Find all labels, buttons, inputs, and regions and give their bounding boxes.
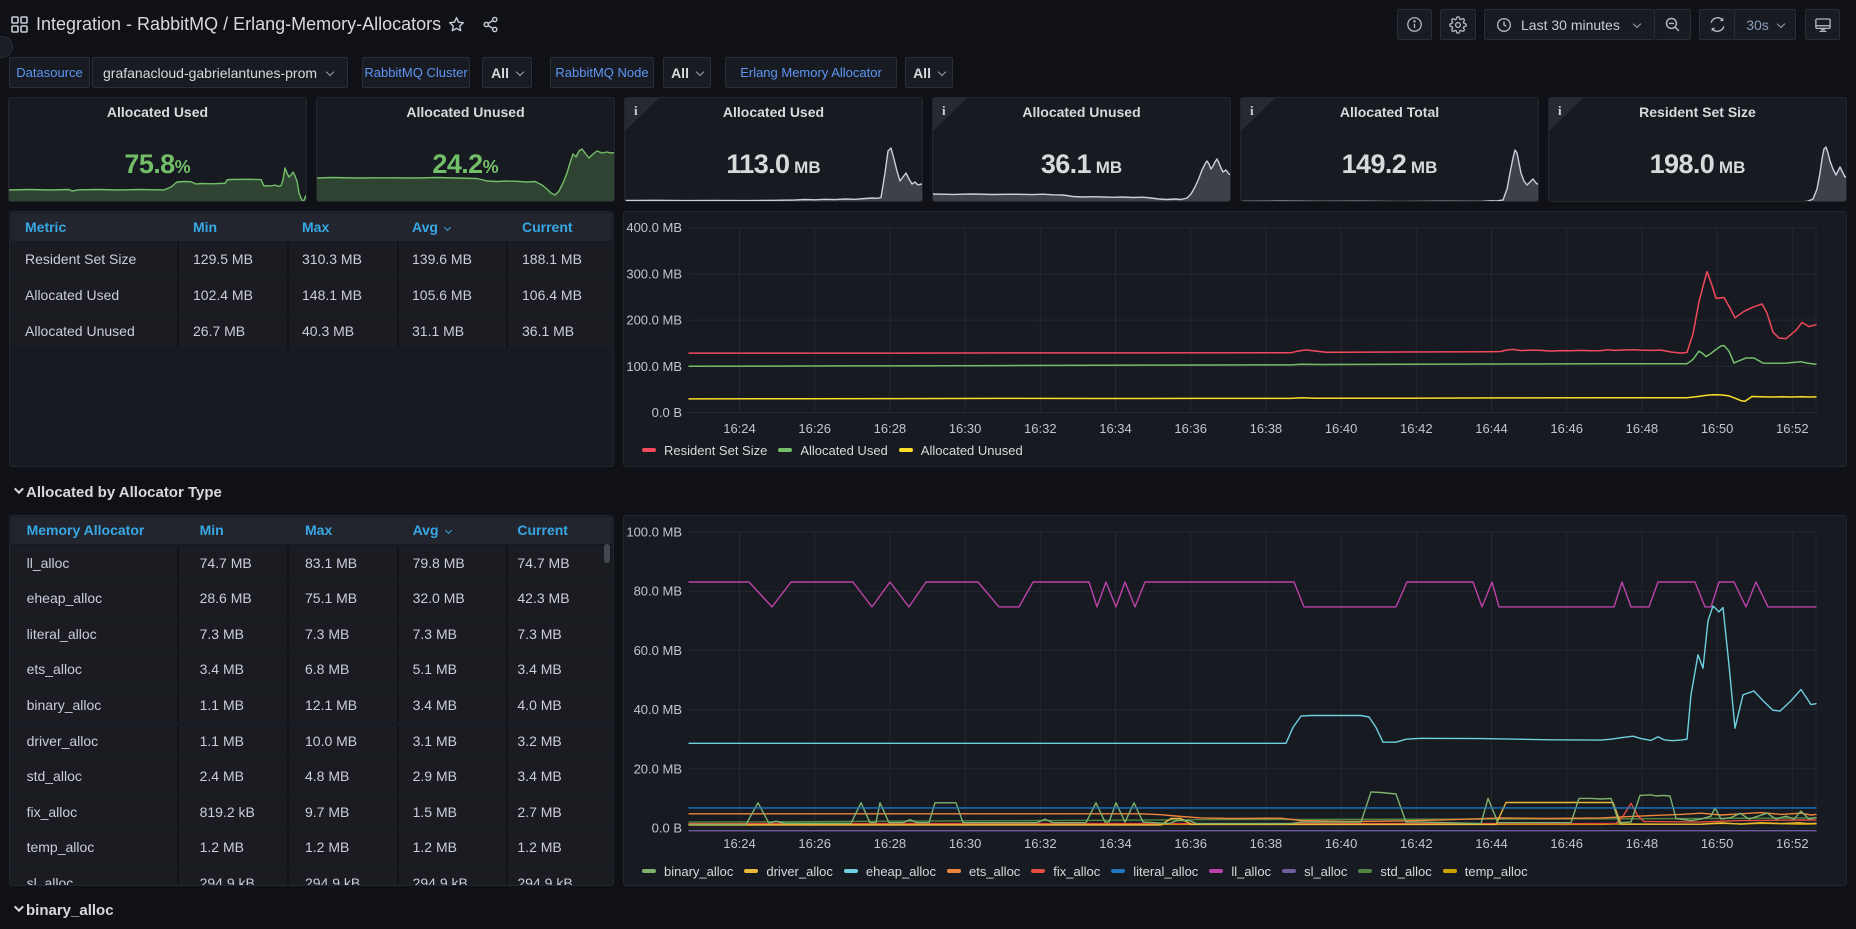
svg-text:100.0 MB: 100.0 MB — [626, 359, 682, 374]
svg-text:16:24: 16:24 — [723, 836, 756, 851]
svg-text:16:50: 16:50 — [1701, 421, 1734, 436]
svg-text:16:30: 16:30 — [949, 836, 982, 851]
svg-text:16:38: 16:38 — [1250, 421, 1283, 436]
svg-text:0.0 B: 0.0 B — [652, 821, 682, 836]
svg-text:16:26: 16:26 — [798, 836, 831, 851]
svg-text:16:42: 16:42 — [1400, 421, 1433, 436]
svg-text:16:48: 16:48 — [1626, 836, 1659, 851]
svg-text:16:36: 16:36 — [1174, 421, 1207, 436]
svg-text:16:30: 16:30 — [949, 421, 982, 436]
svg-text:16:36: 16:36 — [1174, 836, 1207, 851]
svg-text:16:50: 16:50 — [1701, 836, 1734, 851]
svg-text:60.0 MB: 60.0 MB — [634, 643, 682, 658]
svg-text:16:40: 16:40 — [1325, 421, 1358, 436]
svg-text:200.0 MB: 200.0 MB — [626, 313, 682, 328]
svg-text:16:46: 16:46 — [1550, 421, 1583, 436]
svg-text:0.0 B: 0.0 B — [652, 405, 682, 420]
svg-text:16:32: 16:32 — [1024, 836, 1057, 851]
svg-text:16:28: 16:28 — [874, 421, 907, 436]
svg-text:16:44: 16:44 — [1475, 421, 1508, 436]
svg-text:16:42: 16:42 — [1400, 836, 1433, 851]
svg-text:20.0 MB: 20.0 MB — [634, 761, 682, 776]
svg-text:16:48: 16:48 — [1626, 421, 1659, 436]
svg-text:16:28: 16:28 — [874, 836, 907, 851]
svg-text:16:38: 16:38 — [1250, 836, 1283, 851]
svg-text:16:52: 16:52 — [1776, 421, 1809, 436]
svg-text:16:34: 16:34 — [1099, 421, 1132, 436]
svg-text:300.0 MB: 300.0 MB — [626, 266, 682, 281]
svg-text:16:24: 16:24 — [723, 421, 756, 436]
svg-text:100.0 MB: 100.0 MB — [626, 525, 682, 540]
svg-text:16:26: 16:26 — [798, 421, 831, 436]
svg-text:400.0 MB: 400.0 MB — [626, 220, 682, 235]
svg-text:80.0 MB: 80.0 MB — [634, 584, 682, 599]
svg-text:16:52: 16:52 — [1776, 836, 1809, 851]
svg-text:16:44: 16:44 — [1475, 836, 1508, 851]
svg-text:16:46: 16:46 — [1550, 836, 1583, 851]
svg-text:16:40: 16:40 — [1325, 836, 1358, 851]
svg-text:16:34: 16:34 — [1099, 836, 1132, 851]
svg-text:16:32: 16:32 — [1024, 421, 1057, 436]
svg-text:40.0 MB: 40.0 MB — [634, 702, 682, 717]
